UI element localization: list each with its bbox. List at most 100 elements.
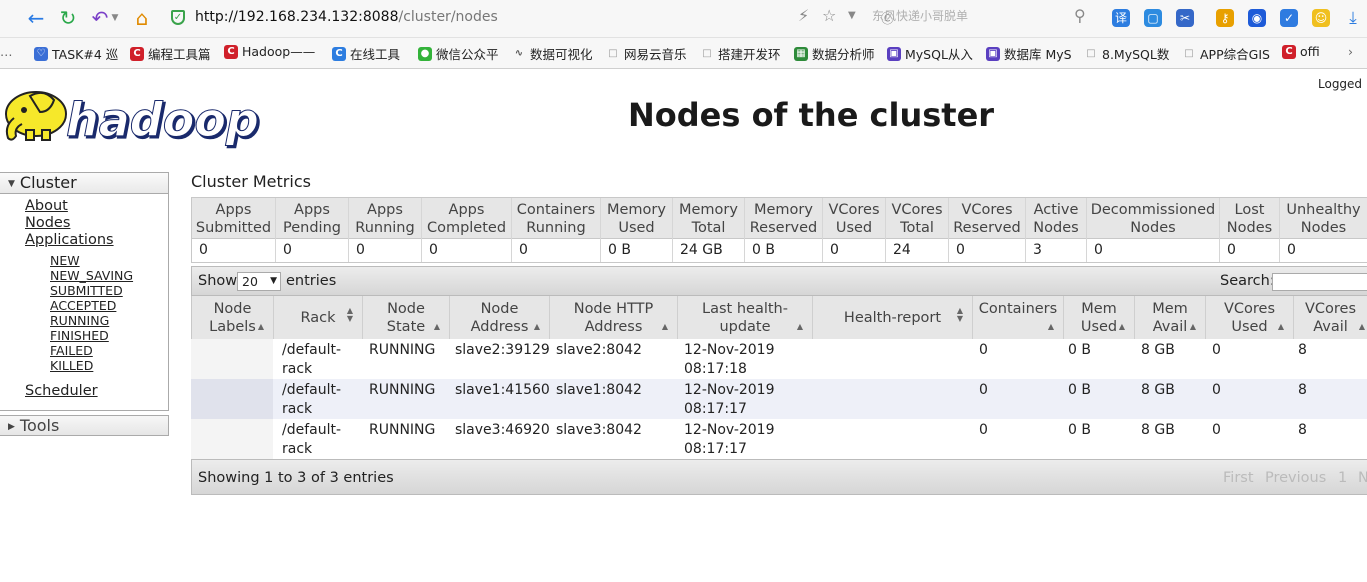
column-header-last-health-update[interactable]: Last health-update ▲ (677, 296, 812, 339)
column-header-mem-used[interactable]: Mem Used ▲ (1063, 296, 1134, 339)
chevron-down-icon: ▼ (270, 276, 277, 286)
metric-header: Apps Pending (276, 198, 348, 239)
column-header-vcores-avail[interactable]: VCores Avail ▲ (1293, 296, 1367, 339)
metric-header: Apps Submitted (192, 198, 275, 239)
sort-both-icon: ▲ (533, 322, 540, 331)
address-bar[interactable]: ✓ http://192.168.234.132:8088/cluster/no… (163, 5, 1163, 32)
sidebar-cluster-panel: ▼ Cluster About Nodes Applications NEW NE… (0, 172, 169, 411)
metric-value: 0 B (608, 242, 631, 258)
bookmarks-more-icon[interactable]: › (1348, 44, 1353, 59)
bookmark-item[interactable]: ● 微信公众平 (418, 44, 499, 63)
bookmark-item[interactable]: □ 网易云音乐 (606, 44, 686, 63)
last-health-update-cell: 12-Nov-2019 08:17:18 (684, 342, 775, 377)
screenshot-extension-icon[interactable]: ▢ (1144, 9, 1162, 27)
pagination-next-button[interactable]: N (1358, 470, 1367, 486)
download-icon[interactable]: ⤓ (1344, 9, 1362, 27)
page-icon: □ (608, 47, 618, 59)
bookmark-item[interactable]: ▦ 数据分析师 (794, 44, 875, 63)
sidebar-link-app-new[interactable]: NEW (50, 253, 80, 268)
home-icon[interactable]: ⌂ (130, 6, 154, 30)
column-header-rack[interactable]: Rack ▲ ▼ (273, 296, 362, 339)
bookmark-item[interactable]: C 编程工具篇 (130, 44, 211, 63)
address-dropdown-icon[interactable]: ▼ (848, 10, 856, 21)
column-header-containers[interactable]: Containers ▲ (972, 296, 1063, 339)
table-row: /default-rack RUNNING slave1:41560 slave… (191, 379, 1367, 419)
column-header-mem-avail[interactable]: Mem Avail ▲ (1134, 296, 1205, 339)
undo-dropdown-icon[interactable]: ▼ (108, 6, 122, 30)
reload-icon[interactable]: ↻ (56, 6, 80, 30)
table-row: /default-rack RUNNING slave3:46920 slave… (191, 419, 1367, 459)
key-extension-icon[interactable]: ⚷ (1216, 9, 1234, 27)
sidebar-link-nodes[interactable]: Nodes (25, 215, 70, 231)
sidebar-link-about[interactable]: About (25, 198, 68, 214)
sidebar-link-app-failed[interactable]: FAILED (50, 343, 93, 358)
vcores-avail-cell: 8 (1298, 342, 1307, 358)
column-header-node-state[interactable]: Node State ▲ (362, 296, 449, 339)
sidebar-link-scheduler[interactable]: Scheduler (25, 383, 98, 399)
bookmark-item[interactable]: ♡ TASK#4 巡 (34, 44, 118, 63)
pagination-previous-button[interactable]: Previous (1265, 470, 1326, 486)
hadoop-logo: hadoop hadoop (5, 91, 262, 150)
column-header-node-labels[interactable]: Node Labels ▲ (191, 296, 273, 339)
table-controls-top: Show 20 ▼ entries Search: (191, 266, 1367, 296)
pagination-first-button[interactable]: First (1223, 470, 1254, 486)
column-header-health-report[interactable]: Health-report ▲ ▼ (812, 296, 972, 339)
active-nodes-link[interactable]: 3 (1033, 242, 1042, 258)
translate-extension-icon[interactable]: 译 (1112, 9, 1130, 27)
search-input[interactable] (1272, 273, 1367, 291)
bookmark-item[interactable]: Coffi (1282, 44, 1320, 59)
shield-extension-icon[interactable]: ✓ (1280, 9, 1298, 27)
mem-avail-cell: 8 GB (1141, 422, 1175, 438)
sidebar-tools-header[interactable]: ▶ Tools (0, 415, 169, 436)
entries-per-page-select[interactable]: 20 ▼ (237, 272, 281, 291)
lightning-icon[interactable]: ⚡ (798, 6, 809, 25)
pagination-page-button[interactable]: 1 (1338, 470, 1347, 486)
bookmark-item[interactable]: C Hadoop—— (224, 44, 315, 59)
bookmark-item[interactable]: C 在线工具 (332, 44, 400, 63)
browser-search-hint[interactable]: 东风快递小哥脱单 (872, 7, 968, 24)
column-header-node-address[interactable]: Node Address ▲ (449, 296, 549, 339)
bookmark-item[interactable]: □ APP综合GIS (1182, 44, 1270, 63)
chart-icon: ∿ (514, 47, 524, 59)
bookmark-item[interactable]: □ 8.MySQL数 (1084, 44, 1169, 63)
scissors-extension-icon[interactable]: ✂ (1176, 9, 1194, 27)
blue-extension-icon[interactable]: ◉ (1248, 9, 1266, 27)
bookmark-item[interactable]: □ 搭建开发环 (700, 44, 780, 63)
rack-cell: /default-rack (282, 382, 342, 417)
sidebar-cluster-header[interactable]: ▼ Cluster (0, 173, 168, 194)
column-header-vcores-used[interactable]: VCores Used ▲ (1205, 296, 1293, 339)
lost-nodes-link[interactable]: 0 (1227, 242, 1236, 258)
sidebar-link-app-new-saving[interactable]: NEW_SAVING (50, 268, 133, 283)
sort-asc-icon: ▲ (257, 322, 264, 331)
bookmark-item[interactable]: ∿ 数据可视化 (512, 44, 593, 63)
decommissioned-nodes-link[interactable]: 0 (1094, 242, 1103, 258)
page-icon: □ (1184, 47, 1194, 59)
node-http-address-link[interactable]: slave1:8042 (556, 382, 642, 398)
back-icon[interactable]: ← (24, 6, 48, 30)
sidebar-link-app-killed[interactable]: KILLED (50, 358, 93, 373)
url-text[interactable]: http://192.168.234.132:8088/cluster/node… (195, 9, 498, 25)
sidebar-link-applications[interactable]: Applications (25, 232, 114, 248)
sidebar-link-app-submitted[interactable]: SUBMITTED (50, 283, 123, 298)
table-controls-bottom: Showing 1 to 3 of 3 entries First Previo… (191, 459, 1367, 495)
magnifier-icon[interactable]: ⚲ (1074, 6, 1086, 25)
unhealthy-nodes-link[interactable]: 0 (1287, 242, 1296, 258)
sidebar-link-app-running[interactable]: RUNNING (50, 313, 109, 328)
sidebar-link-app-finished[interactable]: FINISHED (50, 328, 109, 343)
mem-used-cell: 0 B (1068, 422, 1091, 438)
metric-vcores-used: VCores Used 0 (822, 198, 885, 262)
star-icon[interactable]: ☆ (822, 6, 836, 25)
cluster-metrics-title: Cluster Metrics (191, 172, 311, 191)
bookmark-item[interactable]: ▣ 数据库 MyS (986, 44, 1072, 63)
node-http-address-link[interactable]: slave3:8042 (556, 422, 642, 438)
column-header-node-http-address[interactable]: Node HTTP Address ▲ (549, 296, 677, 339)
bookmark-overflow-icon[interactable]: … (0, 44, 13, 59)
sidebar-link-app-accepted[interactable]: ACCEPTED (50, 298, 116, 313)
metric-header: Apps Running (349, 198, 421, 239)
smiley-extension-icon[interactable]: ☺ (1312, 9, 1330, 27)
metric-memory-used: Memory Used 0 B (600, 198, 672, 262)
expanded-triangle-icon: ▼ (8, 179, 15, 189)
metric-unhealthy-nodes: Unhealthy Nodes 0 (1279, 198, 1367, 262)
node-http-address-link[interactable]: slave2:8042 (556, 342, 642, 358)
bookmark-item[interactable]: ▣ MySQL从入 (887, 44, 973, 63)
